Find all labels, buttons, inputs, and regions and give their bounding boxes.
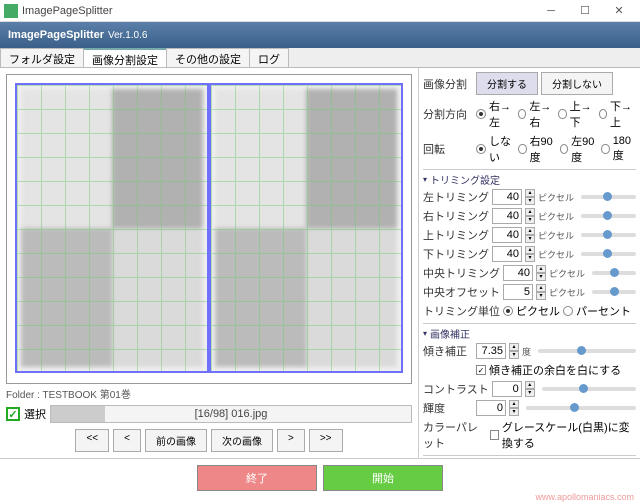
next-button[interactable]: > bbox=[277, 429, 305, 452]
prev-button[interactable]: < bbox=[113, 429, 141, 452]
dir-tb-radio[interactable] bbox=[558, 109, 566, 119]
split-label: 画像分割 bbox=[423, 76, 473, 92]
trim-center-input[interactable] bbox=[503, 265, 533, 281]
settings-pane: 画像分割 分割する 分割しない 分割方向 右→左 左→右 上→下 下→上 回転 … bbox=[418, 68, 640, 458]
tilt-input[interactable] bbox=[476, 343, 506, 359]
app-icon bbox=[4, 4, 18, 18]
select-label: 選択 bbox=[24, 406, 46, 422]
contrast-slider[interactable] bbox=[542, 387, 636, 391]
trim-left-input[interactable] bbox=[492, 189, 522, 205]
tab-folder[interactable]: フォルダ設定 bbox=[0, 48, 84, 67]
first-button[interactable]: << bbox=[75, 429, 109, 452]
tab-log[interactable]: ログ bbox=[249, 48, 289, 67]
minimize-button[interactable]: ─ bbox=[534, 0, 568, 22]
rot-label: 回転 bbox=[423, 141, 473, 157]
trim-section[interactable]: トリミング設定 bbox=[423, 169, 636, 187]
trim-right-input[interactable] bbox=[492, 208, 522, 224]
left-pane: Folder : TESTBOOK 第01巻 ✓ 選択 [16/98] 016.… bbox=[0, 68, 418, 458]
unit-pct-radio[interactable] bbox=[563, 306, 573, 316]
trim-offset-input[interactable] bbox=[503, 284, 533, 300]
trim-center-slider[interactable] bbox=[592, 271, 636, 275]
dir-lr-radio[interactable] bbox=[518, 109, 526, 119]
tilt-slider[interactable] bbox=[538, 349, 636, 353]
trim-top-input[interactable] bbox=[492, 227, 522, 243]
rot-r90-radio[interactable] bbox=[518, 144, 526, 154]
folder-label: Folder : TESTBOOK 第01巻 bbox=[6, 386, 412, 401]
split-do-button[interactable]: 分割する bbox=[476, 72, 538, 95]
trim-left-slider[interactable] bbox=[581, 195, 636, 199]
tab-other[interactable]: その他の設定 bbox=[166, 48, 250, 67]
rot-180-radio[interactable] bbox=[601, 144, 609, 154]
app-title: ImagePageSplitter bbox=[8, 29, 104, 41]
window-title: ImagePageSplitter bbox=[22, 5, 113, 17]
tab-bar: フォルダ設定 画像分割設定 その他の設定 ログ bbox=[0, 48, 640, 68]
dir-rl-radio[interactable] bbox=[476, 109, 486, 119]
trim-bottom-input[interactable] bbox=[492, 246, 522, 262]
watermark: www.apollomaniacs.com bbox=[535, 492, 634, 502]
grayscale-checkbox[interactable] bbox=[490, 430, 499, 440]
select-checkbox[interactable]: ✓ bbox=[6, 407, 20, 421]
end-button[interactable]: 終了 bbox=[197, 465, 317, 491]
rot-none-radio[interactable] bbox=[476, 144, 486, 154]
last-button[interactable]: >> bbox=[309, 429, 343, 452]
app-banner: ImagePageSplitter Ver.1.0.6 bbox=[0, 22, 640, 48]
brightness-slider[interactable] bbox=[526, 406, 636, 410]
tilt-white-checkbox[interactable]: ✓ bbox=[476, 365, 486, 375]
tab-split[interactable]: 画像分割設定 bbox=[83, 48, 167, 67]
brightness-input[interactable] bbox=[476, 400, 506, 416]
join-section[interactable]: 画像連結 bbox=[423, 455, 636, 458]
app-version: Ver.1.0.6 bbox=[108, 30, 147, 41]
corr-section[interactable]: 画像補正 bbox=[423, 323, 636, 341]
close-button[interactable]: ✕ bbox=[602, 0, 636, 22]
nav-row: << < 前の画像 次の画像 > >> bbox=[6, 429, 412, 452]
prev-image-button[interactable]: 前の画像 bbox=[145, 429, 207, 452]
maximize-button[interactable]: ☐ bbox=[568, 0, 602, 22]
next-image-button[interactable]: 次の画像 bbox=[211, 429, 273, 452]
titlebar: ImagePageSplitter ─ ☐ ✕ bbox=[0, 0, 640, 22]
trim-bottom-slider[interactable] bbox=[581, 252, 636, 256]
contrast-input[interactable] bbox=[492, 381, 522, 397]
start-button[interactable]: 開始 bbox=[323, 465, 443, 491]
progress-bar: [16/98] 016.jpg bbox=[50, 405, 412, 423]
dir-bt-radio[interactable] bbox=[599, 109, 607, 119]
unit-px-radio[interactable] bbox=[503, 306, 513, 316]
image-preview[interactable] bbox=[6, 74, 412, 384]
trim-offset-slider[interactable] bbox=[592, 290, 636, 294]
rot-l90-radio[interactable] bbox=[560, 144, 568, 154]
trim-top-slider[interactable] bbox=[581, 233, 636, 237]
dir-label: 分割方向 bbox=[423, 106, 473, 122]
spinner[interactable]: ▴▾ bbox=[525, 189, 535, 205]
split-dont-button[interactable]: 分割しない bbox=[541, 72, 613, 95]
trim-right-slider[interactable] bbox=[581, 214, 636, 218]
